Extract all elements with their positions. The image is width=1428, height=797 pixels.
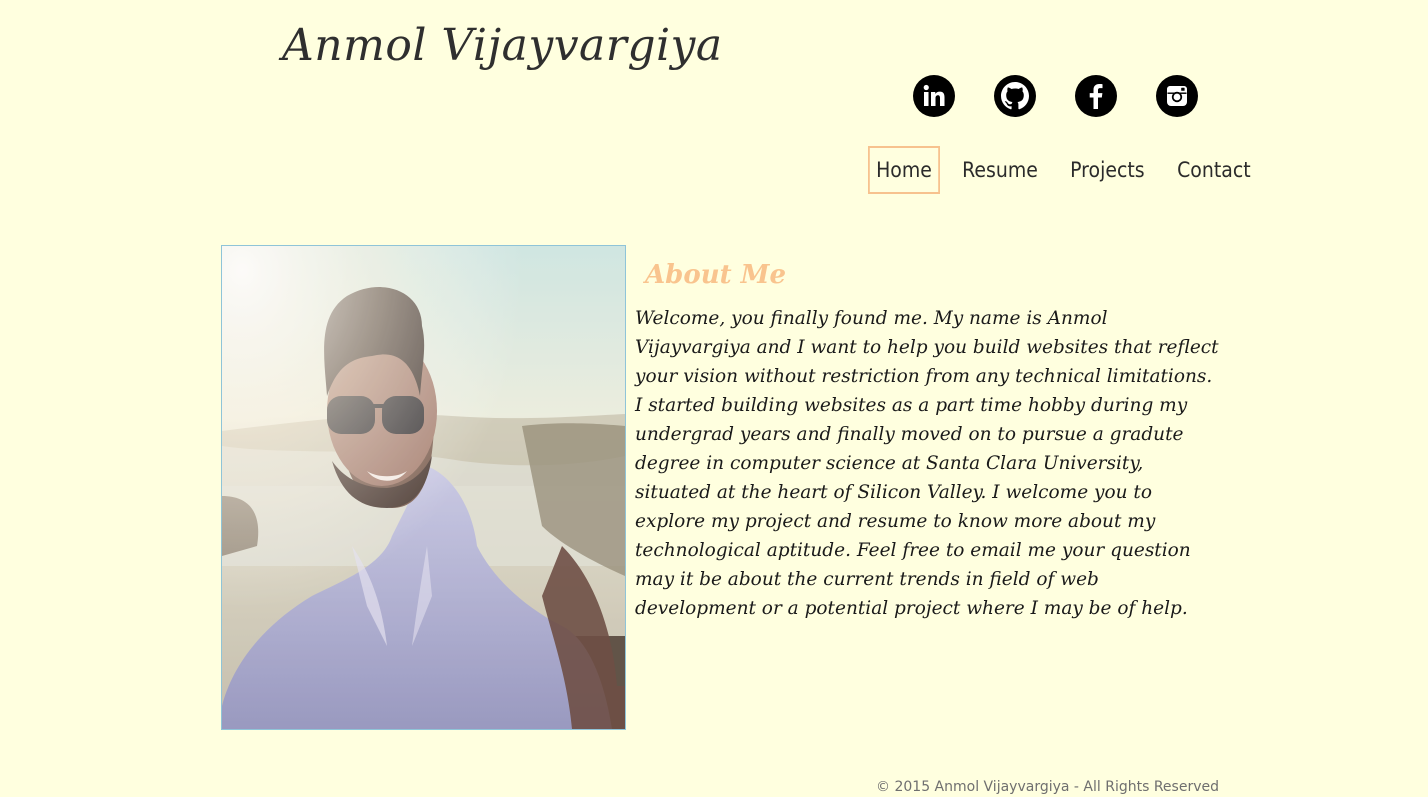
- profile-photo: [221, 245, 626, 730]
- site-title: Anmol Vijayvargiya: [282, 20, 723, 71]
- nav-resume[interactable]: Resume: [954, 146, 1046, 194]
- main-nav: Home Resume Projects Contact: [868, 146, 1275, 194]
- profile-photo-image: [222, 246, 625, 729]
- linkedin-icon[interactable]: [913, 75, 955, 117]
- about-text: Welcome, you finally found me. My name i…: [635, 308, 1219, 619]
- nav-projects[interactable]: Projects: [1062, 146, 1153, 194]
- instagram-icon[interactable]: [1156, 75, 1198, 117]
- nav-contact[interactable]: Contact: [1169, 146, 1259, 194]
- nav-home[interactable]: Home: [868, 146, 941, 194]
- social-links: [913, 75, 1198, 117]
- facebook-icon[interactable]: [1075, 75, 1117, 117]
- github-icon[interactable]: [994, 75, 1036, 117]
- about-heading: About Me: [645, 260, 786, 290]
- footer-copyright: © 2015 Anmol Vijayvargiya - All Rights R…: [876, 779, 1219, 795]
